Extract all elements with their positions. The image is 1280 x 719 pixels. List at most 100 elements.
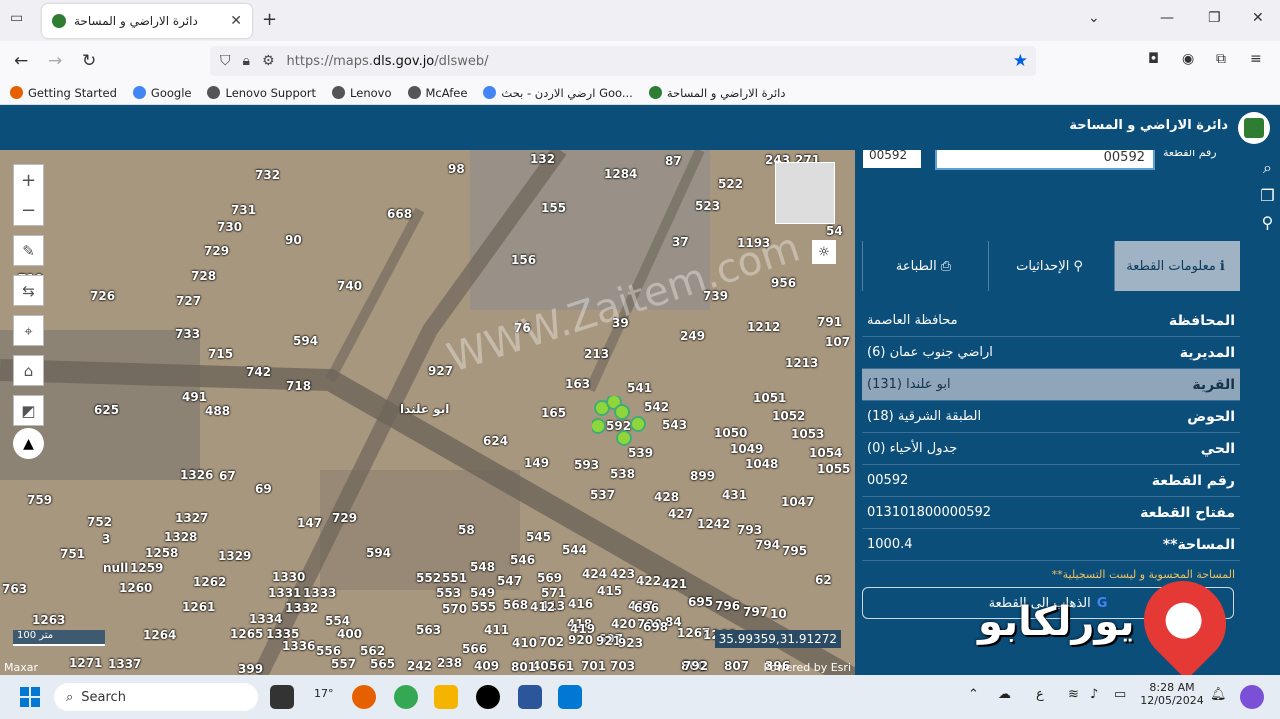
parcel-details: محافظة العاصمة المحافظة اراضي جنوب عمان (6…	[862, 305, 1240, 561]
parcel-number-label: 1336	[282, 639, 316, 653]
parcel-number-input[interactable]: 00592	[935, 150, 1155, 170]
tab-pin[interactable]: ⚲ الإحداثيات	[988, 241, 1114, 291]
pocket-icon[interactable]: ◘	[1148, 51, 1159, 67]
notification-icon[interactable]: 🔔︎	[1210, 687, 1227, 702]
start-icon[interactable]	[20, 687, 40, 707]
parcel-number-label: 594	[366, 546, 392, 560]
task-view-icon[interactable]	[270, 685, 294, 709]
forward-icon[interactable]: →	[48, 51, 62, 71]
map-toolbar: + − ✎ ⇆ ⌖ ⌂ ◩	[13, 164, 44, 426]
parcel-number-label: 10	[770, 607, 787, 621]
parcel-number-label: 1329	[218, 549, 252, 563]
bookmark-item[interactable]: Getting Started	[10, 86, 117, 100]
parcel-number-label: 37	[672, 235, 689, 249]
detail-value: ابو علندا (131)	[867, 377, 951, 392]
tab-info[interactable]: ℹ معلومات القطعة	[1114, 241, 1240, 291]
parcel-number-label: 249	[680, 329, 706, 343]
bookmark-item[interactable]: McAfee	[407, 86, 467, 100]
compass-icon[interactable]: ▲	[13, 428, 44, 459]
parcel-number-label: 431	[722, 488, 748, 502]
detail-value: محافظة العاصمة	[867, 313, 958, 328]
bookmark-item[interactable]: ارضي الاردن - بحث Goo...	[483, 86, 633, 100]
layers-icon[interactable]: ◩	[13, 395, 44, 426]
weather-widget[interactable]: 17°	[314, 687, 334, 700]
new-tab-icon[interactable]: +	[262, 9, 277, 30]
permissions-icon[interactable]: ⚙	[262, 53, 275, 69]
parcel-number-label: 149	[524, 456, 550, 470]
parcel-number-small-field[interactable]: 00592	[863, 150, 921, 168]
parcel-number-label: 920	[568, 633, 594, 647]
firefox-icon[interactable]	[352, 685, 376, 709]
cloud-icon[interactable]: ☁	[998, 687, 1011, 702]
site-favicon-icon	[52, 14, 66, 28]
reload-icon[interactable]: ↻	[82, 51, 96, 71]
esri-attribution[interactable]: Powered by Esri	[763, 661, 851, 674]
zoom-out-icon[interactable]: −	[14, 195, 43, 225]
detail-row: 013101800000592 مفتاح القطعة	[862, 497, 1240, 529]
parcel-number-label: 556	[316, 644, 342, 658]
parcel-number-label: 561	[549, 659, 575, 673]
parcel-number-label: 568	[503, 598, 529, 612]
tiktok-icon[interactable]	[476, 685, 500, 709]
parcel-number-label: 547	[497, 574, 523, 588]
windows-taskbar: ⌕ Search 17° ⌃ ☁ ع ≋ ♪ ▭ 8:28 AM 12/05/2…	[0, 675, 1280, 719]
sun-icon[interactable]: ☼	[812, 240, 836, 264]
parcel-number-label: 90	[285, 233, 302, 247]
clock-time: 8:28 AM	[1149, 681, 1195, 694]
battery-icon[interactable]: ▭	[1114, 687, 1126, 702]
shield-icon[interactable]: ⛉	[220, 53, 231, 69]
map-view[interactable]: 98 132 87 243 271 732 1284 522 668 155 523 731 730 90…	[0, 150, 855, 675]
photos-icon[interactable]	[558, 685, 582, 709]
bookmark-item[interactable]: Lenovo	[332, 86, 392, 100]
locate-crosshair-icon[interactable]: ⌖	[13, 315, 44, 346]
measure-icon[interactable]: ⇆	[13, 275, 44, 306]
home-icon[interactable]: ⌂	[13, 355, 44, 386]
bookmark-star-icon[interactable]: ★	[1013, 51, 1028, 71]
chrome-icon[interactable]	[394, 685, 418, 709]
parcel-number-label: 552	[416, 571, 442, 585]
bookmark-item[interactable]: Lenovo Support	[207, 86, 316, 100]
book-icon[interactable]: ❒	[1255, 186, 1280, 205]
parcel-number-label: 795	[782, 544, 808, 558]
tray-chevron-icon[interactable]: ⌃	[968, 687, 979, 702]
bookmark-item[interactable]: Google	[132, 86, 191, 100]
parcel-number-label: 1328	[164, 530, 198, 544]
info-icon: ℹ	[1219, 258, 1225, 274]
restore-icon[interactable]: ❐	[1208, 10, 1221, 26]
language-indicator[interactable]: ع	[1036, 687, 1044, 702]
parcel-number-label: 1334	[249, 612, 283, 626]
overview-minimap[interactable]	[775, 162, 835, 224]
address-bar[interactable]: ⛉ 🔒︎ ⚙ https://maps.dls.gov.jo/dlsweb/ ★	[210, 46, 1036, 76]
tab-list-icon[interactable]: ▭	[10, 10, 23, 26]
detail-value: اراضي جنوب عمان (6)	[867, 345, 993, 360]
extensions-icon[interactable]: ⧉	[1216, 51, 1226, 67]
bookmark-favicon-icon	[483, 86, 497, 99]
word-icon[interactable]	[518, 685, 542, 709]
wifi-icon[interactable]: ≋	[1068, 687, 1079, 702]
back-icon[interactable]: ←	[14, 51, 28, 71]
close-window-icon[interactable]: ✕	[1252, 10, 1264, 26]
search-icon[interactable]: ⌕	[1255, 158, 1280, 178]
menu-icon[interactable]: ≡	[1250, 51, 1262, 67]
lock-icon[interactable]: 🔒︎	[243, 53, 250, 69]
zoom-in-icon[interactable]: +	[14, 165, 43, 195]
draw-pencil-icon[interactable]: ✎	[13, 235, 44, 266]
bookmark-item[interactable]: دائرة الاراضي و المساحة	[648, 86, 785, 100]
detail-label: مفتاح القطعة	[1140, 504, 1235, 521]
account-icon[interactable]: ◉	[1182, 51, 1194, 67]
volume-icon[interactable]: ♪	[1090, 687, 1098, 702]
browser-tab[interactable]: دائرة الاراضي و المساحة ✕	[42, 4, 252, 38]
parcel-number-label: 729	[332, 511, 358, 525]
file-explorer-icon[interactable]	[434, 685, 458, 709]
taskbar-search[interactable]: ⌕ Search	[54, 683, 258, 711]
close-tab-icon[interactable]: ✕	[230, 13, 242, 29]
minimize-icon[interactable]: —	[1160, 10, 1174, 26]
tab-printer[interactable]: ⎙ الطباعة	[862, 241, 988, 291]
location-pin-icon[interactable]: ⚲	[1255, 213, 1280, 232]
copilot-icon[interactable]	[1240, 685, 1264, 709]
list-all-tabs-icon[interactable]: ⌄	[1088, 10, 1100, 26]
detail-label: المحافظة	[1168, 312, 1235, 329]
parcel-number-label: 488	[205, 404, 231, 418]
clock[interactable]: 8:28 AM 12/05/2024	[1140, 681, 1204, 707]
parcel-number-label: 763	[2, 582, 28, 596]
